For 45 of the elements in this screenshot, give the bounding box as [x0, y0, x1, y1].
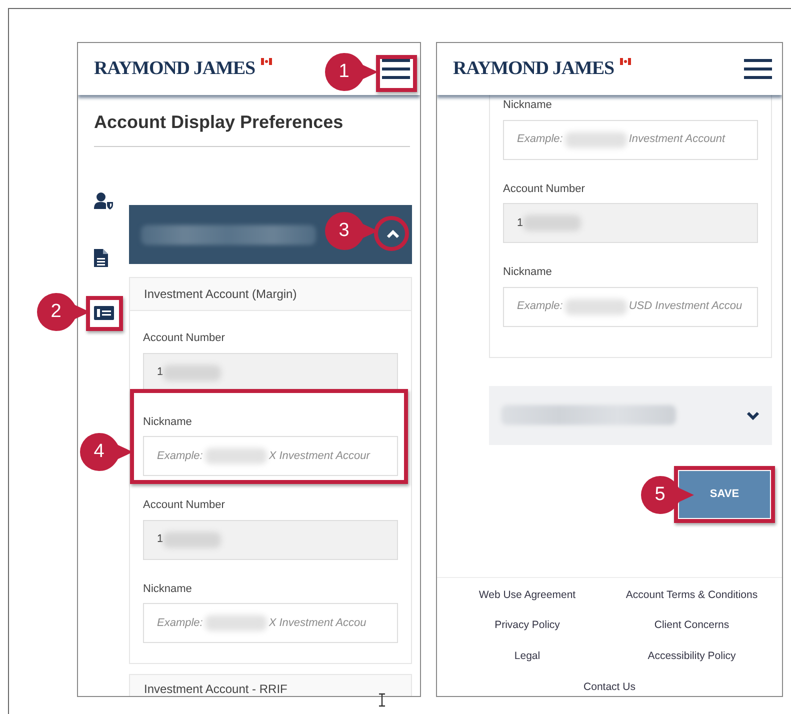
blurred-text [564, 298, 627, 314]
chevron-up-icon[interactable] [386, 229, 400, 240]
footer-link[interactable]: Web Use Agreement [445, 588, 610, 604]
card-title: Investment Account (Margin) [130, 278, 411, 311]
highlight-ring [374, 216, 409, 251]
field-label: Nickname [503, 98, 553, 113]
chevron-down-icon[interactable] [746, 410, 760, 420]
highlight-frame [376, 55, 417, 92]
menu-icon[interactable] [382, 59, 410, 79]
flag-icon [620, 58, 631, 65]
highlight-frame [86, 296, 123, 331]
callout-marker: 4 [79, 432, 133, 472]
text-cursor-icon [378, 693, 386, 707]
footer-link[interactable]: Account Terms & Conditions [610, 588, 774, 604]
field-label: Nickname [143, 414, 193, 430]
callout-marker: 5 [640, 475, 694, 515]
brand-logo[interactable]: RAYMOND JAMES [453, 54, 614, 84]
brand-logo[interactable]: RAYMOND JAMES [94, 54, 255, 84]
document-icon[interactable] [94, 249, 108, 267]
blurred-text [204, 448, 267, 464]
field-label: Account Number [143, 331, 226, 346]
blurred-text [204, 615, 267, 631]
blurred-text [163, 532, 222, 548]
field-label: Nickname [503, 265, 553, 280]
blurred-text [564, 132, 627, 148]
field-label: Account Number [503, 182, 586, 196]
card-icon[interactable] [94, 306, 114, 320]
card-title: Investment Account - RRIF [129, 674, 412, 696]
field-label: Nickname [143, 582, 193, 596]
blurred-text [523, 215, 582, 231]
flag-icon [260, 58, 272, 65]
footer-link[interactable]: Accessibility Policy [610, 649, 774, 665]
footer-link[interactable]: Privacy Policy [445, 618, 610, 634]
account-number-field: 1 [503, 203, 758, 243]
account-number-field: 1 [143, 520, 398, 560]
menu-icon[interactable] [744, 59, 772, 79]
user-shield-icon[interactable] [94, 192, 114, 210]
footer-link[interactable]: Legal [445, 649, 610, 665]
footer-link[interactable]: Contact Us [445, 680, 774, 696]
footer-link[interactable]: Client Concerns [610, 618, 774, 634]
blurred-text [163, 364, 222, 380]
page-title: Account Display Preferences [94, 109, 410, 147]
save-button[interactable]: SAVE [679, 470, 770, 518]
field-label: Account Number [143, 498, 226, 513]
callout-marker: 1 [324, 52, 378, 92]
